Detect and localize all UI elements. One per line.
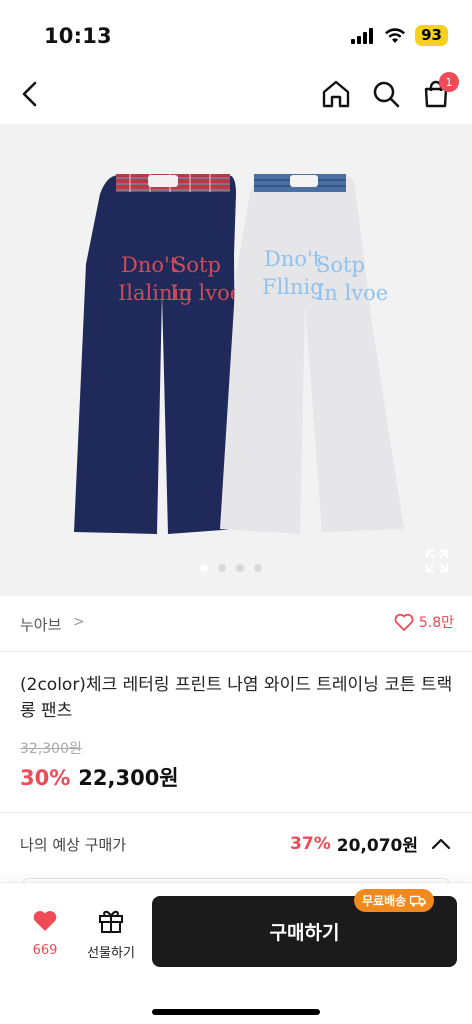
back-button[interactable] xyxy=(10,74,50,114)
search-button[interactable] xyxy=(366,74,406,114)
gallery-dot[interactable] xyxy=(254,564,262,572)
wifi-icon xyxy=(385,27,406,43)
brand-like[interactable]: 5.8만 xyxy=(394,612,454,632)
expected-price-label: 나의 예상 구매가 xyxy=(20,836,127,854)
gift-button[interactable]: 선물하기 xyxy=(80,907,142,961)
chevron-up-icon[interactable] xyxy=(430,837,452,851)
home-button[interactable] xyxy=(316,74,356,114)
free-shipping-label: 무료배송 xyxy=(362,894,407,908)
gift-icon xyxy=(99,910,123,933)
cart-count-badge: 1 xyxy=(439,72,459,92)
navy-print-line4: In lvoe xyxy=(170,281,242,305)
gallery-dot[interactable] xyxy=(218,564,226,572)
top-navigation: 1 xyxy=(0,66,472,124)
heart-filled-icon xyxy=(33,911,57,931)
product-image: Dno't Sotp Ilalinig In lvoe Dno't Sotp F… xyxy=(74,174,404,534)
bottom-purchase-bar: 669 선물하기 구매하기 무료배송 xyxy=(0,882,472,1024)
price-row: 30% 22,300원 xyxy=(20,762,179,792)
white-print-line3: Fllnig xyxy=(262,275,324,299)
expected-price: 20,070원 xyxy=(336,836,418,856)
divider xyxy=(0,812,472,813)
like-button[interactable]: 669 xyxy=(24,909,66,958)
brand-name[interactable]: 누아브 xyxy=(20,614,61,635)
chevron-right-icon: > xyxy=(73,614,85,630)
gallery-dot[interactable] xyxy=(200,564,208,572)
status-time: 10:13 xyxy=(44,24,112,48)
home-indicator xyxy=(152,1009,320,1015)
truck-icon xyxy=(410,895,426,906)
gallery-dot[interactable] xyxy=(236,564,244,572)
back-arrow-icon xyxy=(22,81,37,107)
like-count: 5.8만 xyxy=(418,615,454,631)
discount-rate: 30% xyxy=(20,766,71,790)
original-price: 32,300원 xyxy=(20,741,82,757)
brand-row[interactable]: 누아브 > 5.8만 xyxy=(0,596,472,652)
expected-discount: 37% xyxy=(290,833,331,854)
expected-price-row[interactable]: 나의 예상 구매가 37% 20,070원 xyxy=(0,826,472,866)
white-print-line1: Dno't xyxy=(264,247,322,271)
white-pants-image: Dno't Sotp Fllnig In lvoe xyxy=(220,174,404,534)
home-icon xyxy=(322,80,350,108)
gift-button-label: 선물하기 xyxy=(87,946,135,961)
cart-button[interactable]: 1 xyxy=(416,72,459,114)
expected-price-value: 37% 20,070원 xyxy=(290,831,452,856)
like-button-count: 669 xyxy=(32,943,58,958)
product-title: (2color)체크 레터링 프린트 나염 와이드 트레이닝 코튼 트랙 롱 팬… xyxy=(20,675,453,721)
status-indicators: 93 xyxy=(351,25,448,46)
signal-icon xyxy=(351,27,374,44)
navy-print-line1: Dno't xyxy=(121,253,179,277)
product-image-gallery[interactable]: Dno't Sotp Ilalinig In lvoe Dno't Sotp F… xyxy=(0,124,472,596)
heart-outline-icon xyxy=(394,613,414,631)
expand-icon[interactable] xyxy=(424,548,450,574)
gallery-pagination[interactable] xyxy=(200,564,262,572)
free-shipping-badge: 무료배송 xyxy=(354,889,435,912)
navy-pants-image: Dno't Sotp Ilalinig In lvoe xyxy=(74,174,242,534)
white-print-line2: Sotp xyxy=(316,253,365,277)
battery-indicator: 93 xyxy=(415,25,448,46)
search-icon xyxy=(373,81,400,108)
sale-price: 22,300원 xyxy=(78,766,179,790)
status-bar: 10:13 93 xyxy=(0,0,472,66)
navy-print-line2: Sotp xyxy=(172,253,221,277)
white-print-line4: In lvoe xyxy=(316,281,388,305)
